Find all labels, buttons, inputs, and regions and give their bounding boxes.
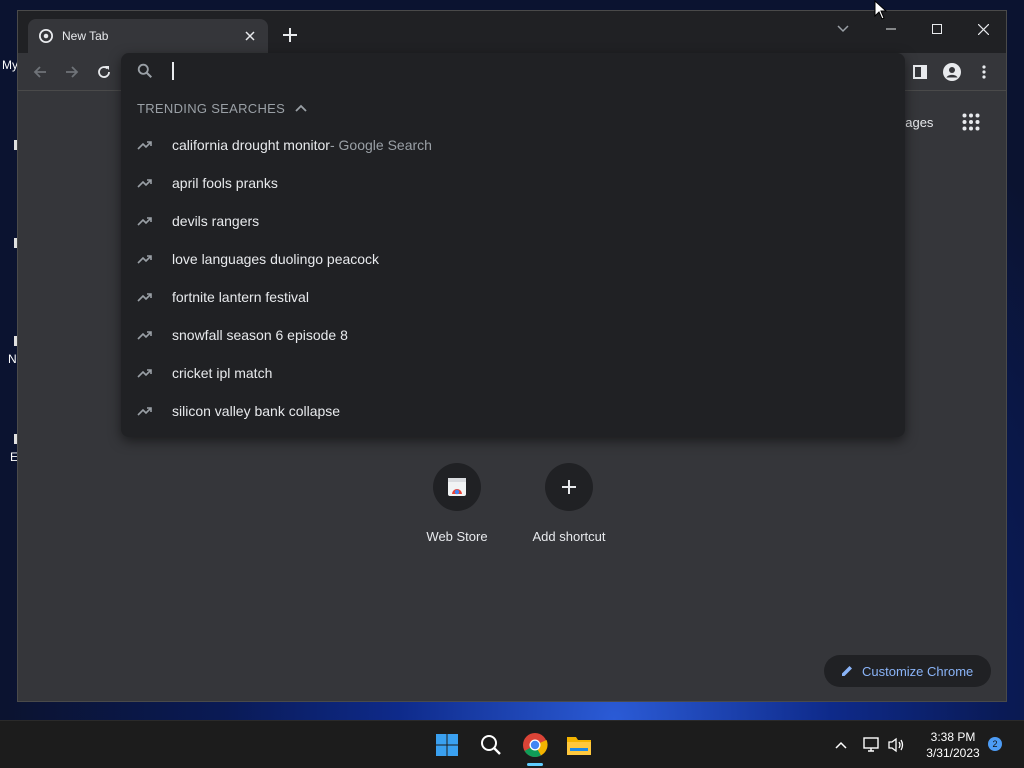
tab-search-button[interactable] xyxy=(836,21,856,41)
suggestion-text: love languages duolingo peacock xyxy=(172,251,380,267)
profile-button[interactable] xyxy=(939,59,965,85)
side-panel-button[interactable] xyxy=(907,59,933,85)
suggestion-text: devils rangers xyxy=(172,213,260,229)
trending-up-icon xyxy=(137,141,152,150)
suggestion-text: april fools pranks xyxy=(172,175,278,191)
windows-start-icon xyxy=(436,734,458,756)
chrome-favicon-icon xyxy=(38,28,54,44)
search-icon xyxy=(481,735,501,755)
plus-icon xyxy=(283,28,297,42)
trending-up-icon xyxy=(137,369,152,378)
start-button[interactable] xyxy=(431,729,463,761)
tab-title: New Tab xyxy=(62,29,109,43)
volume-button[interactable] xyxy=(886,735,906,755)
trending-up-icon xyxy=(137,293,152,302)
clock-date: 3/31/2023 xyxy=(926,746,980,760)
trending-searches-header[interactable]: TRENDING SEARCHES xyxy=(137,99,307,117)
shortcut-web-store[interactable]: Web Store xyxy=(402,463,512,544)
trending-suggestion-item[interactable]: devils rangers xyxy=(121,202,905,240)
omnibox-input[interactable] xyxy=(121,53,905,89)
suggestion-text: snowfall season 6 episode 8 xyxy=(172,327,348,343)
search-icon xyxy=(137,63,153,79)
trending-suggestion-item[interactable]: silicon valley bank collapse xyxy=(121,392,905,430)
trending-suggestion-item[interactable]: california drought monitor - Google Sear… xyxy=(121,126,905,164)
apps-grid-icon xyxy=(962,113,980,131)
speaker-icon xyxy=(888,737,904,753)
trending-up-icon xyxy=(137,179,152,188)
minimize-icon xyxy=(886,28,896,30)
maximize-button[interactable] xyxy=(914,15,960,43)
pencil-icon xyxy=(842,666,852,676)
trending-suggestion-item[interactable]: snowfall season 6 episode 8 xyxy=(121,316,905,354)
new-tab-button[interactable] xyxy=(278,23,302,47)
reload-icon xyxy=(98,66,110,78)
shortcut-label: Add shortcut xyxy=(532,529,606,544)
trending-suggestion-item[interactable]: fortnite lantern festival xyxy=(121,278,905,316)
shortcut-icon-circle xyxy=(433,463,481,511)
trending-suggestion-item[interactable]: love languages duolingo peacock xyxy=(121,240,905,278)
chrome-window: New Tab nages Web Store Add shortcut Cus… xyxy=(17,10,1007,702)
trending-up-icon xyxy=(137,255,152,264)
titlebar: New Tab xyxy=(18,11,1006,53)
suggestion-description: - Google Search xyxy=(329,137,432,153)
chevron-down-icon xyxy=(837,25,849,33)
plus-icon xyxy=(562,480,576,494)
close-icon[interactable] xyxy=(242,28,258,44)
window-close-button[interactable] xyxy=(960,15,1006,43)
chevron-up-icon xyxy=(835,741,847,749)
suggestion-text: cricket ipl match xyxy=(172,365,273,381)
taskbar-file-explorer-button[interactable] xyxy=(563,729,595,761)
menu-button[interactable] xyxy=(971,59,997,85)
taskbar-clock[interactable]: 3:38 PM 3/31/2023 xyxy=(914,729,992,761)
mouse-cursor-icon xyxy=(874,0,888,20)
forward-button[interactable] xyxy=(59,59,85,85)
customize-chrome-label: Customize Chrome xyxy=(862,663,974,679)
suggestion-text: silicon valley bank collapse xyxy=(172,403,341,419)
trending-up-icon xyxy=(137,217,152,226)
suggestion-text: fortnite lantern festival xyxy=(172,289,309,305)
trending-up-icon xyxy=(137,407,152,416)
customize-chrome-button[interactable]: Customize Chrome xyxy=(824,655,991,687)
desktop-icons: My N E xyxy=(0,0,19,720)
reload-button[interactable] xyxy=(91,59,117,85)
chrome-icon xyxy=(523,733,548,758)
chevron-up-icon xyxy=(295,104,307,112)
show-hidden-icons-button[interactable] xyxy=(831,735,851,755)
notification-badge[interactable]: 2 xyxy=(988,737,1002,751)
taskbar-search-button[interactable] xyxy=(475,729,507,761)
arrow-right-icon xyxy=(66,66,79,78)
trending-up-icon xyxy=(137,331,152,340)
suggestion-list: california drought monitor - Google Sear… xyxy=(121,126,905,430)
trending-header-label: TRENDING SEARCHES xyxy=(137,100,286,116)
back-button[interactable] xyxy=(27,59,53,85)
file-explorer-icon xyxy=(567,737,591,755)
shortcut-icon-circle xyxy=(545,463,593,511)
kebab-menu-icon xyxy=(982,65,986,79)
trending-suggestion-item[interactable]: april fools pranks xyxy=(121,164,905,202)
google-apps-button[interactable] xyxy=(962,113,982,133)
trending-suggestion-item[interactable]: cricket ipl match xyxy=(121,354,905,392)
active-app-indicator xyxy=(527,763,543,766)
close-icon xyxy=(977,23,989,35)
taskbar-chrome-button[interactable] xyxy=(519,729,551,761)
omnibox-dropdown: TRENDING SEARCHES california drought mon… xyxy=(121,53,905,437)
side-panel-icon xyxy=(913,65,927,79)
network-button[interactable] xyxy=(862,735,882,755)
shortcut-label: Web Store xyxy=(426,529,488,544)
profile-icon xyxy=(943,63,961,81)
text-caret xyxy=(172,62,174,80)
network-icon xyxy=(863,737,879,752)
clock-time: 3:38 PM xyxy=(930,730,976,744)
tab-new-tab[interactable]: New Tab xyxy=(28,19,268,53)
desktop-icon-label[interactable]: N xyxy=(8,352,17,366)
web-store-icon xyxy=(448,478,466,496)
arrow-left-icon xyxy=(33,66,46,78)
suggestion-text: california drought monitor xyxy=(172,137,330,153)
taskbar: 3:38 PM 3/31/2023 xyxy=(0,720,1024,768)
desktop-icon-label[interactable]: My xyxy=(2,58,18,72)
add-shortcut-button[interactable]: Add shortcut xyxy=(514,463,624,544)
maximize-icon xyxy=(932,24,942,34)
